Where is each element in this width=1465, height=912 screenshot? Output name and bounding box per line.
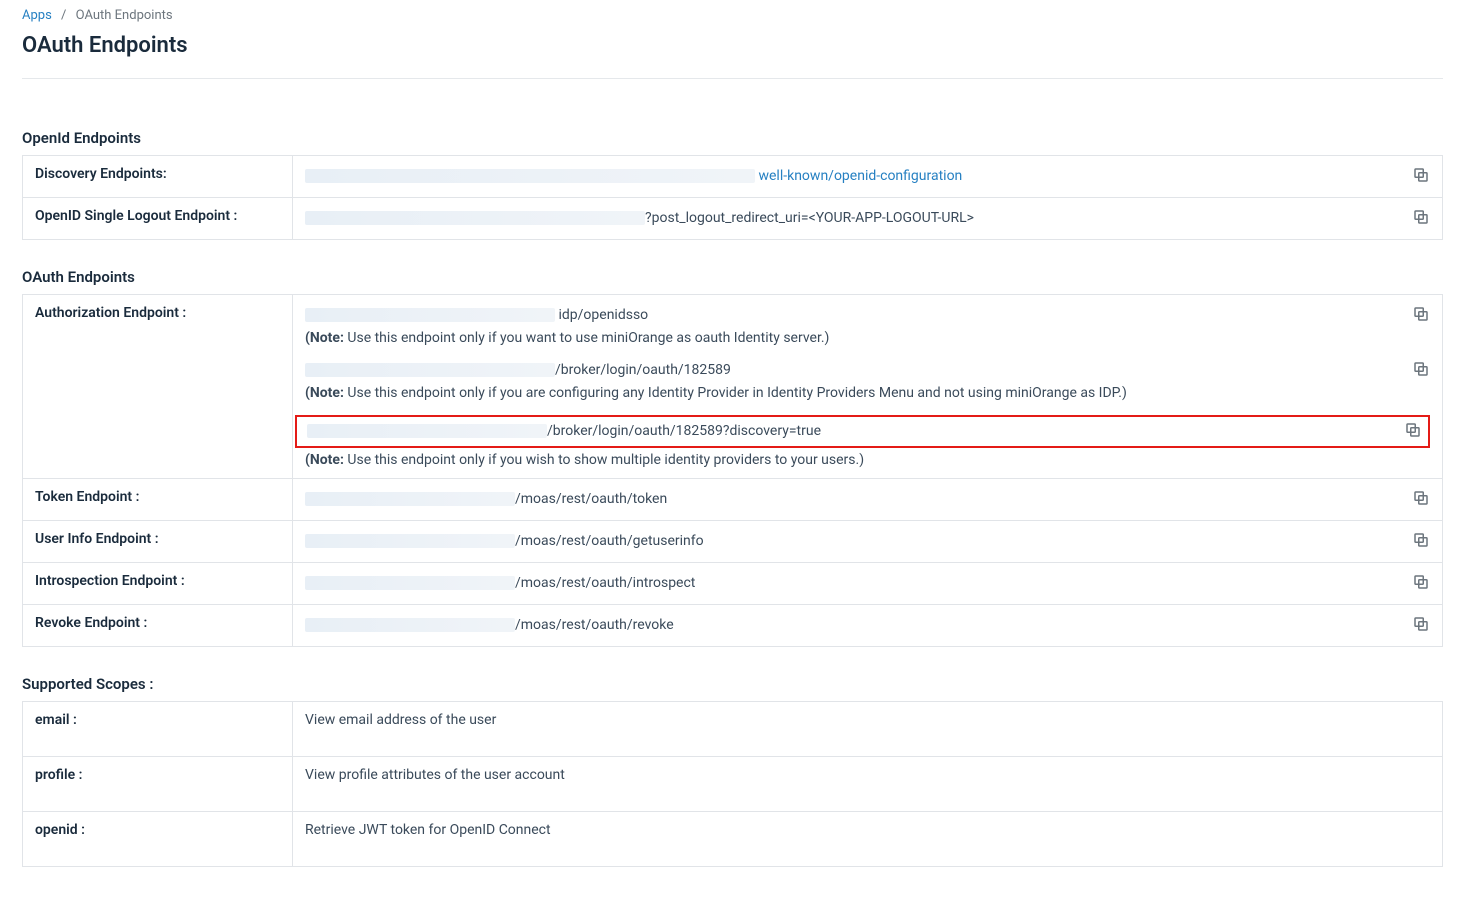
breadcrumb: Apps / OAuth Endpoints — [22, 8, 1443, 23]
introspect-label: Introspection Endpoint : — [23, 563, 293, 605]
userinfo-row: User Info Endpoint : /moas/rest/oauth/ge… — [23, 521, 1443, 563]
scope-email-label: email : — [23, 702, 293, 757]
introspect-row: Introspection Endpoint : /moas/rest/oaut… — [23, 563, 1443, 605]
scope-openid-label: openid : — [23, 812, 293, 867]
discovery-link[interactable]: well-known/openid-configuration — [758, 168, 962, 184]
scope-profile-label: profile : — [23, 757, 293, 812]
auth-ep1-value: idp/openidsso — [305, 305, 1400, 326]
revoke-label: Revoke Endpoint : — [23, 605, 293, 647]
oauth-section-heading: OAuth Endpoints — [22, 268, 1443, 286]
copy-icon[interactable] — [1412, 573, 1430, 591]
revoke-row: Revoke Endpoint : /moas/rest/oauth/revok… — [23, 605, 1443, 647]
scope-openid-desc: Retrieve JWT token for OpenID Connect — [293, 812, 1443, 867]
auth-row: Authorization Endpoint : idp/openidsso (… — [23, 295, 1443, 479]
userinfo-value: /moas/rest/oauth/getuserinfo — [305, 531, 1400, 552]
userinfo-label: User Info Endpoint : — [23, 521, 293, 563]
auth-ep1-note: (Note: Use this endpoint only if you wan… — [305, 330, 1430, 346]
copy-icon[interactable] — [1412, 305, 1430, 323]
logout-label: OpenID Single Logout Endpoint : — [23, 198, 293, 240]
auth-ep3-value: /broker/login/oauth/182589?discovery=tru… — [307, 421, 1392, 442]
openid-section-heading: OpenId Endpoints — [22, 129, 1443, 147]
auth-label: Authorization Endpoint : — [23, 295, 293, 479]
copy-icon[interactable] — [1412, 208, 1430, 226]
breadcrumb-apps-link[interactable]: Apps — [22, 8, 52, 23]
scope-profile-row: profile : View profile attributes of the… — [23, 757, 1443, 812]
discovery-value: well-known/openid-configuration — [305, 166, 1400, 187]
introspect-value: /moas/rest/oauth/introspect — [305, 573, 1400, 594]
token-value: /moas/rest/oauth/token — [305, 489, 1400, 510]
copy-icon[interactable] — [1412, 360, 1430, 378]
copy-icon[interactable] — [1404, 421, 1422, 439]
scope-profile-desc: View profile attributes of the user acco… — [293, 757, 1443, 812]
copy-icon[interactable] — [1412, 615, 1430, 633]
scopes-section-heading: Supported Scopes : — [22, 675, 1443, 693]
page-title: OAuth Endpoints — [22, 33, 1443, 79]
openid-endpoints-table: Discovery Endpoints: well-known/openid-c… — [22, 155, 1443, 240]
discovery-label: Discovery Endpoints: — [23, 156, 293, 198]
auth-ep2-note: (Note: Use this endpoint only if you are… — [305, 385, 1430, 401]
oauth-endpoints-table: Authorization Endpoint : idp/openidsso (… — [22, 294, 1443, 647]
copy-icon[interactable] — [1412, 166, 1430, 184]
auth-ep3-note: (Note: Use this endpoint only if you wis… — [305, 452, 1430, 468]
scope-openid-row: openid : Retrieve JWT token for OpenID C… — [23, 812, 1443, 867]
breadcrumb-current: OAuth Endpoints — [76, 8, 173, 23]
token-label: Token Endpoint : — [23, 479, 293, 521]
scopes-table: email : View email address of the user p… — [22, 701, 1443, 867]
breadcrumb-separator: / — [61, 8, 66, 23]
copy-icon[interactable] — [1412, 531, 1430, 549]
scope-email-row: email : View email address of the user — [23, 702, 1443, 757]
logout-value: ?post_logout_redirect_uri=<YOUR-APP-LOGO… — [305, 208, 1400, 229]
auth-ep2-value: /broker/login/oauth/182589 — [305, 360, 1400, 381]
scope-email-desc: View email address of the user — [293, 702, 1443, 757]
revoke-value: /moas/rest/oauth/revoke — [305, 615, 1400, 636]
discovery-row: Discovery Endpoints: well-known/openid-c… — [23, 156, 1443, 198]
copy-icon[interactable] — [1412, 489, 1430, 507]
token-row: Token Endpoint : /moas/rest/oauth/token — [23, 479, 1443, 521]
logout-row: OpenID Single Logout Endpoint : ?post_lo… — [23, 198, 1443, 240]
auth-ep3-highlighted: /broker/login/oauth/182589?discovery=tru… — [295, 415, 1430, 448]
